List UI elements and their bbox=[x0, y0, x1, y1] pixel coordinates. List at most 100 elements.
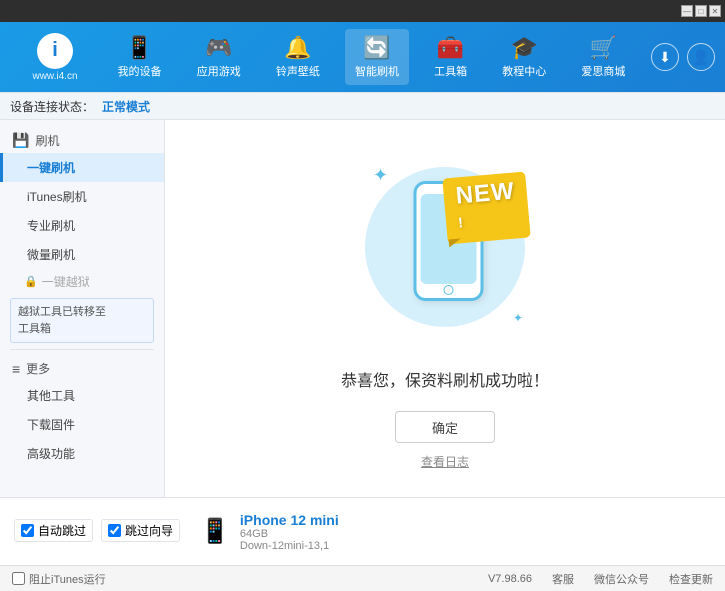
lock-icon: 🔒 bbox=[24, 275, 38, 288]
sidebar-item-download-firmware[interactable]: 下载固件 bbox=[0, 410, 164, 439]
support-link[interactable]: 客服 bbox=[552, 571, 574, 587]
tutorial-label: 教程中心 bbox=[502, 63, 546, 79]
locked-label: 一键越狱 bbox=[42, 273, 90, 290]
footer: 阻止iTunes运行 V7.98.66 客服 微信公众号 检查更新 bbox=[0, 565, 725, 591]
sidebar-item-one-click-flash[interactable]: 一键刷机 bbox=[0, 153, 164, 182]
sidebar-item-pro-flash[interactable]: 专业刷机 bbox=[0, 211, 164, 240]
more-section-icon: ≡ bbox=[12, 361, 20, 377]
auto-jump-checkbox[interactable]: 自动跳过 bbox=[14, 519, 93, 542]
logo-letter: i bbox=[52, 39, 58, 62]
skip-wizard-checkbox[interactable]: 跳过向导 bbox=[101, 519, 180, 542]
itunes-flash-label: iTunes刷机 bbox=[27, 190, 87, 204]
flash-section-label: 刷机 bbox=[35, 132, 59, 149]
auto-jump-label: 自动跳过 bbox=[38, 522, 86, 539]
main-container: 💾 刷机 一键刷机 iTunes刷机 专业刷机 微量刷机 🔒 一键越狱 越狱工具… bbox=[0, 120, 725, 497]
apps-games-label: 应用游戏 bbox=[197, 63, 241, 79]
nav-my-device[interactable]: 📱 我的设备 bbox=[108, 29, 172, 85]
title-bar: — □ ✕ bbox=[0, 0, 725, 22]
nav-tutorial[interactable]: 🎓 教程中心 bbox=[492, 29, 556, 85]
device-storage: 64GB bbox=[240, 528, 339, 540]
header-right: ⬇ 👤 bbox=[651, 43, 715, 71]
nav-toolbox[interactable]: 🧰 工具箱 bbox=[424, 29, 477, 85]
success-illustration: ✦ ✦ ✦ NEW ! bbox=[345, 147, 545, 347]
notice-text: 越狱工具已转移至工具箱 bbox=[18, 306, 106, 335]
smart-flash-label: 智能刷机 bbox=[355, 63, 399, 79]
sidebar-item-itunes-flash[interactable]: iTunes刷机 bbox=[0, 182, 164, 211]
pro-flash-label: 专业刷机 bbox=[27, 219, 75, 233]
sidebar-section-more: ≡ 更多 bbox=[0, 356, 164, 381]
toolbox-label: 工具箱 bbox=[434, 63, 467, 79]
close-button[interactable]: ✕ bbox=[709, 5, 721, 17]
logo-icon: i bbox=[37, 33, 73, 69]
skip-wizard-input[interactable] bbox=[108, 524, 121, 537]
device-phone-icon: 📱 bbox=[200, 517, 230, 546]
device-info: iPhone 12 mini 64GB Down-12mini-13,1 bbox=[240, 512, 339, 552]
block-itunes-label: 阻止iTunes运行 bbox=[29, 571, 106, 587]
checkboxes-row: 自动跳过 跳过向导 bbox=[14, 519, 180, 542]
new-exclamation: ! bbox=[457, 214, 464, 230]
version-label: V7.98.66 bbox=[488, 573, 532, 585]
footer-right: V7.98.66 客服 微信公众号 检查更新 bbox=[488, 571, 713, 587]
sparkle-left: ✦ bbox=[373, 165, 388, 186]
block-itunes-checkbox[interactable] bbox=[12, 572, 25, 585]
new-text: NEW bbox=[455, 178, 516, 210]
nav-items: 📱 我的设备 🎮 应用游戏 🔔 铃声壁纸 🔄 智能刷机 🧰 工具箱 🎓 教程中心… bbox=[100, 29, 643, 85]
nav-apps-games[interactable]: 🎮 应用游戏 bbox=[187, 29, 251, 85]
status-value: 正常模式 bbox=[102, 98, 150, 115]
download-button[interactable]: ⬇ bbox=[651, 43, 679, 71]
auto-jump-input[interactable] bbox=[21, 524, 34, 537]
logo-area: i www.i4.cn bbox=[10, 33, 100, 82]
store-label: 爱思商城 bbox=[581, 63, 625, 79]
advanced-label: 高级功能 bbox=[27, 447, 75, 461]
banner-tail bbox=[449, 238, 462, 247]
my-device-label: 我的设备 bbox=[118, 63, 162, 79]
header: i www.i4.cn 📱 我的设备 🎮 应用游戏 🔔 铃声壁纸 🔄 智能刷机 … bbox=[0, 22, 725, 92]
smart-flash-icon: 🔄 bbox=[363, 35, 390, 61]
new-badge-text: NEW ! bbox=[442, 172, 530, 245]
sidebar-locked-jailbreak: 🔒 一键越狱 bbox=[0, 269, 164, 294]
sidebar-notice-box: 越狱工具已转移至工具箱 bbox=[10, 298, 154, 343]
success-message: 恭喜您，保资料刷机成功啦！ bbox=[341, 367, 549, 391]
other-tools-label: 其他工具 bbox=[27, 389, 75, 403]
window-controls: — □ ✕ bbox=[681, 5, 721, 17]
sidebar-section-flash: 💾 刷机 bbox=[0, 128, 164, 153]
flash-section-icon: 💾 bbox=[12, 132, 29, 149]
content-area: ✦ ✦ ✦ NEW ! 恭喜您，保资料刷机成功啦！ bbox=[165, 120, 725, 497]
nav-smart-flash[interactable]: 🔄 智能刷机 bbox=[345, 29, 409, 85]
ringtone-icon: 🔔 bbox=[284, 35, 311, 61]
sparkle-right: ✦ bbox=[513, 311, 523, 325]
minimize-button[interactable]: — bbox=[681, 5, 693, 17]
ringtone-label: 铃声壁纸 bbox=[276, 63, 320, 79]
new-badge: NEW ! bbox=[445, 175, 525, 230]
sidebar-item-advanced[interactable]: 高级功能 bbox=[0, 439, 164, 468]
confirm-button[interactable]: 确定 bbox=[395, 411, 495, 443]
sidebar: 💾 刷机 一键刷机 iTunes刷机 专业刷机 微量刷机 🔒 一键越狱 越狱工具… bbox=[0, 120, 165, 497]
micro-flash-label: 微量刷机 bbox=[27, 248, 75, 262]
more-section-label: 更多 bbox=[26, 360, 50, 377]
nav-store[interactable]: 🛒 爱思商城 bbox=[571, 29, 635, 85]
wechat-link[interactable]: 微信公众号 bbox=[594, 571, 649, 587]
tutorial-icon: 🎓 bbox=[511, 35, 538, 61]
sidebar-item-micro-flash[interactable]: 微量刷机 bbox=[0, 240, 164, 269]
sidebar-item-other-tools[interactable]: 其他工具 bbox=[0, 381, 164, 410]
one-click-flash-label: 一键刷机 bbox=[27, 161, 75, 175]
phone-home-btn bbox=[444, 285, 454, 295]
logo-website: www.i4.cn bbox=[32, 71, 77, 82]
download-firmware-label: 下载固件 bbox=[27, 418, 75, 432]
toolbox-icon: 🧰 bbox=[437, 35, 464, 61]
device-bar: 自动跳过 跳过向导 📱 iPhone 12 mini 64GB Down-12m… bbox=[0, 497, 725, 565]
user-button[interactable]: 👤 bbox=[687, 43, 715, 71]
status-bar: 设备连接状态： 正常模式 bbox=[0, 92, 725, 120]
skip-wizard-label: 跳过向导 bbox=[125, 522, 173, 539]
apps-games-icon: 🎮 bbox=[205, 35, 232, 61]
cancel-link[interactable]: 查看日志 bbox=[421, 453, 469, 470]
store-icon: 🛒 bbox=[590, 35, 617, 61]
maximize-button[interactable]: □ bbox=[695, 5, 707, 17]
nav-ringtone[interactable]: 🔔 铃声壁纸 bbox=[266, 29, 330, 85]
device-name: iPhone 12 mini bbox=[240, 512, 339, 528]
device-info-row: 📱 iPhone 12 mini 64GB Down-12mini-13,1 bbox=[200, 512, 339, 552]
my-device-icon: 📱 bbox=[126, 35, 153, 61]
sidebar-divider bbox=[10, 349, 154, 350]
check-update-link[interactable]: 检查更新 bbox=[669, 571, 713, 587]
device-model: Down-12mini-13,1 bbox=[240, 540, 339, 552]
